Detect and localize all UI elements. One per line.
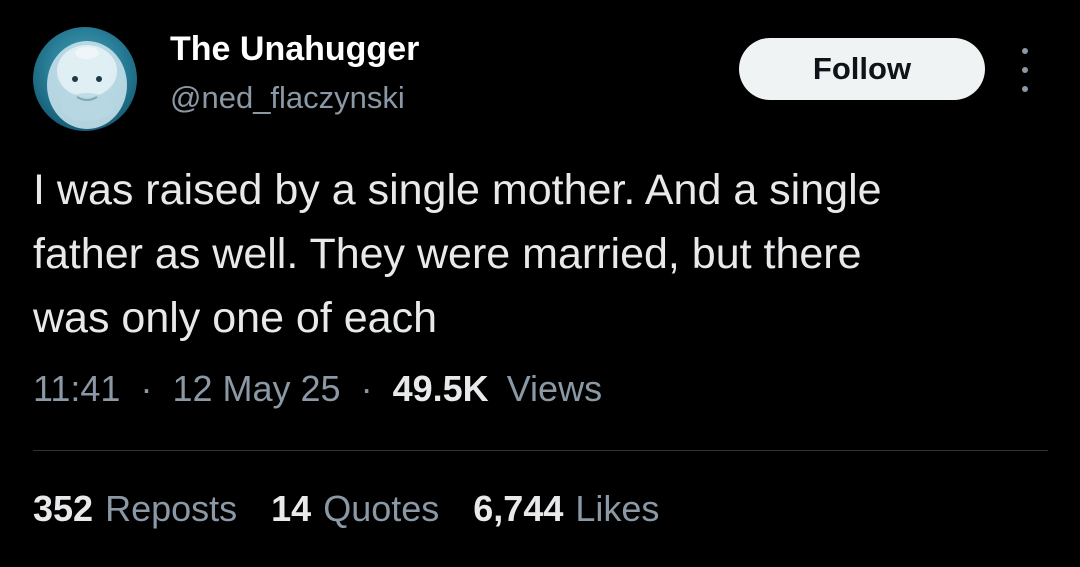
tweet-text-line: I was raised by a single mother. And a s… <box>33 166 882 214</box>
dot <box>1022 86 1028 92</box>
quotes-label: Quotes <box>323 488 440 529</box>
tweet-date[interactable]: 12 May 25 <box>172 368 340 409</box>
follow-button[interactable]: Follow <box>739 38 985 100</box>
tweet-text: I was raised by a single mother. And a s… <box>33 158 1053 350</box>
quotes-stat[interactable]: 14 Quotes <box>271 488 439 530</box>
divider <box>33 450 1048 451</box>
meta-separator: · <box>360 368 373 409</box>
more-options-icon[interactable] <box>1010 48 1040 92</box>
beluga-whale-icon <box>47 41 127 129</box>
engagement-stats: 352 Reposts 14 Quotes 6,744 Likes <box>33 488 659 530</box>
dot <box>1022 67 1028 73</box>
reposts-label: Reposts <box>105 488 238 529</box>
tweet-meta: 11:41 · 12 May 25 · 49.5K Views <box>33 368 602 410</box>
dot <box>1022 48 1028 54</box>
likes-label: Likes <box>575 488 660 529</box>
views-count[interactable]: 49.5K <box>393 368 489 409</box>
tweet-time[interactable]: 11:41 <box>33 368 120 409</box>
author-handle[interactable]: @ned_flaczynski <box>170 80 405 116</box>
tweet-text-line: father as well. They were married, but t… <box>33 230 862 278</box>
tweet-card: The Unahugger @ned_flaczynski Follow I w… <box>0 0 1080 567</box>
meta-separator: · <box>140 368 153 409</box>
avatar[interactable] <box>33 27 137 131</box>
views-label: Views <box>506 368 603 409</box>
tweet-text-line: was only one of each <box>33 294 437 342</box>
likes-count: 6,744 <box>473 488 564 529</box>
quotes-count: 14 <box>271 488 312 529</box>
reposts-count: 352 <box>33 488 94 529</box>
reposts-stat[interactable]: 352 Reposts <box>33 488 237 530</box>
likes-stat[interactable]: 6,744 Likes <box>473 488 659 530</box>
author-display-name[interactable]: The Unahugger <box>170 30 419 69</box>
